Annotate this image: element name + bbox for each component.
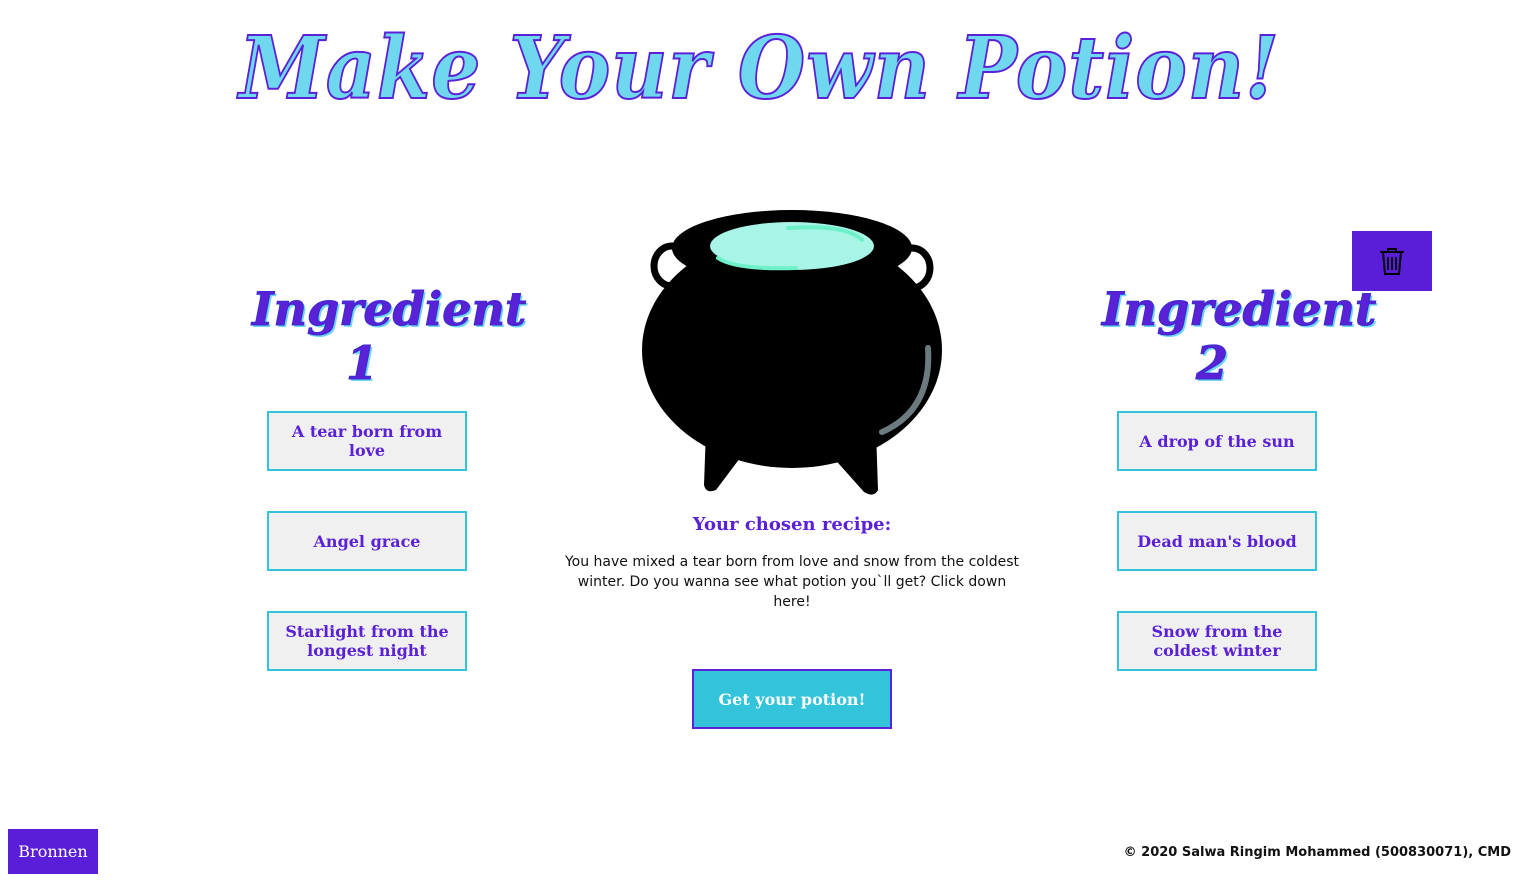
get-potion-button[interactable]: Get your potion! (692, 669, 892, 729)
ingredient-2-option-dead-mans-blood[interactable]: Dead man's blood (1117, 511, 1317, 571)
copyright-text: © 2020 Salwa Ringim Mohammed (500830071)… (1123, 845, 1511, 860)
recipe-description: You have mixed a tear born from love and… (564, 554, 1020, 610)
page-title: Make Your Own Potion! (238, 17, 1280, 120)
ingredient-2-heading: Ingredient 2 (1102, 282, 1377, 391)
trash-icon (1380, 248, 1404, 275)
ingredient-2-option-snow[interactable]: Snow from the coldest winter (1117, 611, 1317, 671)
ingredient-1-option-tear[interactable]: A tear born from love (267, 411, 467, 471)
bronnen-button[interactable]: Bronnen (8, 829, 98, 874)
ingredient-1-option-starlight[interactable]: Starlight from the longest night (267, 611, 467, 671)
ingredient-1-option-angel-grace[interactable]: Angel grace (267, 511, 467, 571)
trash-button[interactable] (1352, 231, 1432, 291)
recipe-heading: Your chosen recipe: (692, 514, 892, 535)
ingredient-2-option-sun[interactable]: A drop of the sun (1117, 411, 1317, 471)
cauldron-image (642, 210, 942, 495)
ingredient-1-heading: Ingredient 1 (252, 282, 527, 391)
